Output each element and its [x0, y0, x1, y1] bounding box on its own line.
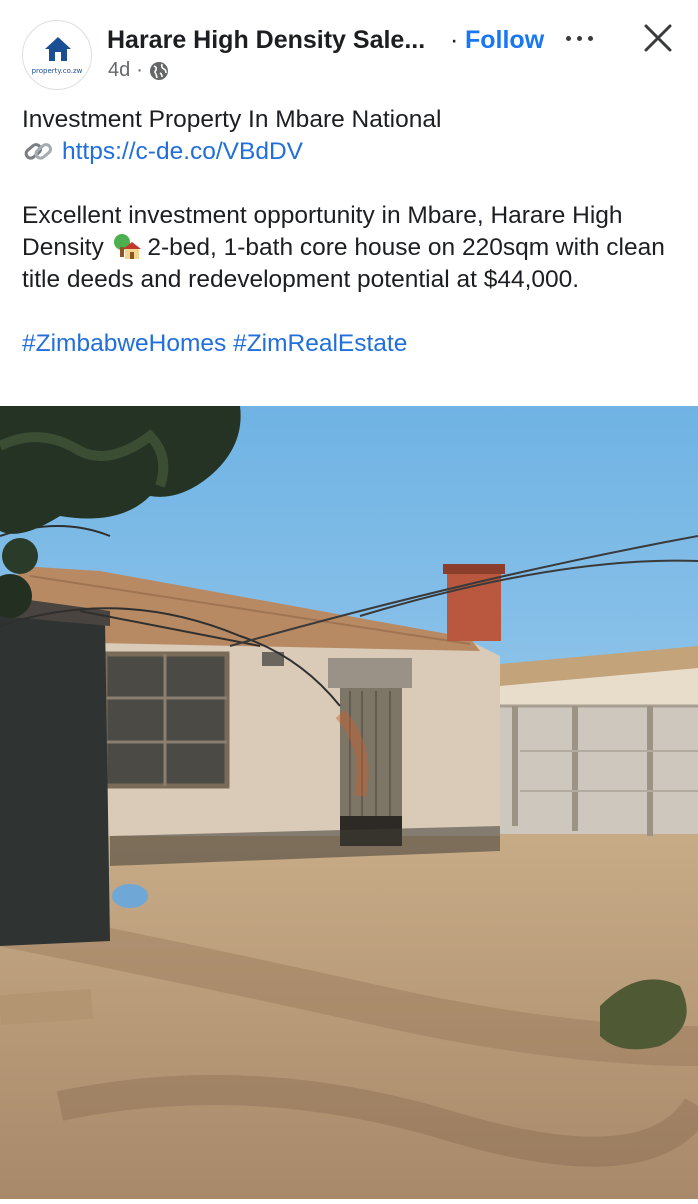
post-description: Excellent investment opportunity in Mbar…: [22, 200, 682, 296]
meta-separator: ·: [136, 59, 143, 81]
post-header: property.co.zw Harare High Density Sale.…: [0, 0, 698, 100]
more-options-icon[interactable]: [564, 28, 596, 48]
name-separator: ·: [450, 26, 459, 54]
post-link-line: https://c-de.co/VBdDV: [22, 136, 682, 168]
hashtag-line: #ZimbabweHomes #ZimRealEstate: [22, 328, 682, 360]
post-body: Investment Property In Mbare National ht…: [22, 104, 682, 360]
page-name[interactable]: Harare High Density Sale...: [107, 26, 425, 55]
follow-button[interactable]: Follow: [465, 26, 544, 55]
page-avatar[interactable]: property.co.zw: [22, 20, 92, 90]
avatar-logo-text: property.co.zw: [31, 67, 83, 75]
hashtag-zim-real-estate[interactable]: #ZimRealEstate: [233, 330, 407, 357]
house-logo-icon: [45, 37, 71, 61]
post-meta: 4d ·: [108, 59, 169, 82]
house-with-garden-emoji: [113, 234, 141, 259]
globe-icon: [149, 61, 168, 80]
house-photo-illustration: [0, 406, 698, 1199]
post-link[interactable]: https://c-de.co/VBdDV: [62, 138, 303, 165]
post-photo[interactable]: [0, 406, 698, 1199]
post-time[interactable]: 4d: [108, 59, 130, 82]
post-title: Investment Property In Mbare National: [22, 106, 442, 133]
link-icon: [24, 143, 53, 160]
close-icon[interactable]: [642, 22, 674, 54]
hashtag-zimbabwe-homes[interactable]: #ZimbabweHomes: [22, 330, 226, 357]
